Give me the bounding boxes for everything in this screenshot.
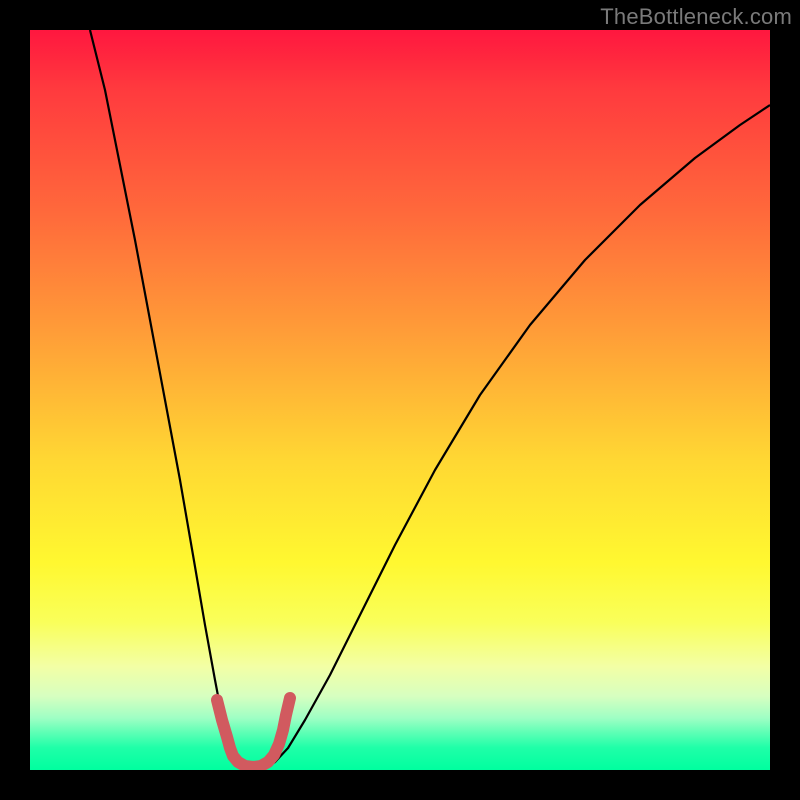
series-right-branch (265, 105, 770, 768)
chart-svg (30, 30, 770, 770)
series-left-branch (90, 30, 245, 768)
series-trough-marker (217, 698, 290, 767)
watermark-text: TheBottleneck.com (600, 4, 792, 30)
chart-frame: TheBottleneck.com (0, 0, 800, 800)
plot-area (30, 30, 770, 770)
